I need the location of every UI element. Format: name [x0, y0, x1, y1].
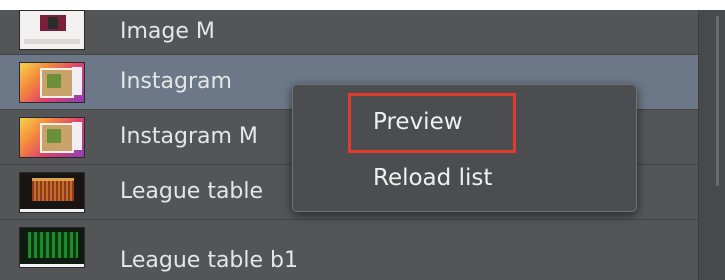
list-item-league-table-b1[interactable]: League table b1 [0, 220, 698, 280]
list-item-label: Image M [120, 19, 215, 44]
image-m-thumbnail-icon [19, 10, 85, 50]
instagram-thumbnail-icon [19, 117, 85, 158]
league-table-thumbnail-icon [19, 172, 85, 213]
list-item-label: Instagram [120, 69, 232, 94]
scrollbar-thumb[interactable] [716, 16, 719, 186]
list-item-label: League table b1 [120, 248, 298, 273]
menu-item-reload-list[interactable]: Reload list [373, 164, 492, 192]
list-item-label: Instagram M [120, 124, 258, 149]
list-item-label: League table [120, 179, 264, 204]
list-item-image-m[interactable]: Image M [0, 10, 698, 55]
league-table-b1-thumbnail-icon [19, 227, 85, 268]
scrollbar[interactable] [698, 10, 725, 280]
instagram-thumbnail-icon [19, 62, 85, 103]
highlight-box [348, 93, 516, 153]
